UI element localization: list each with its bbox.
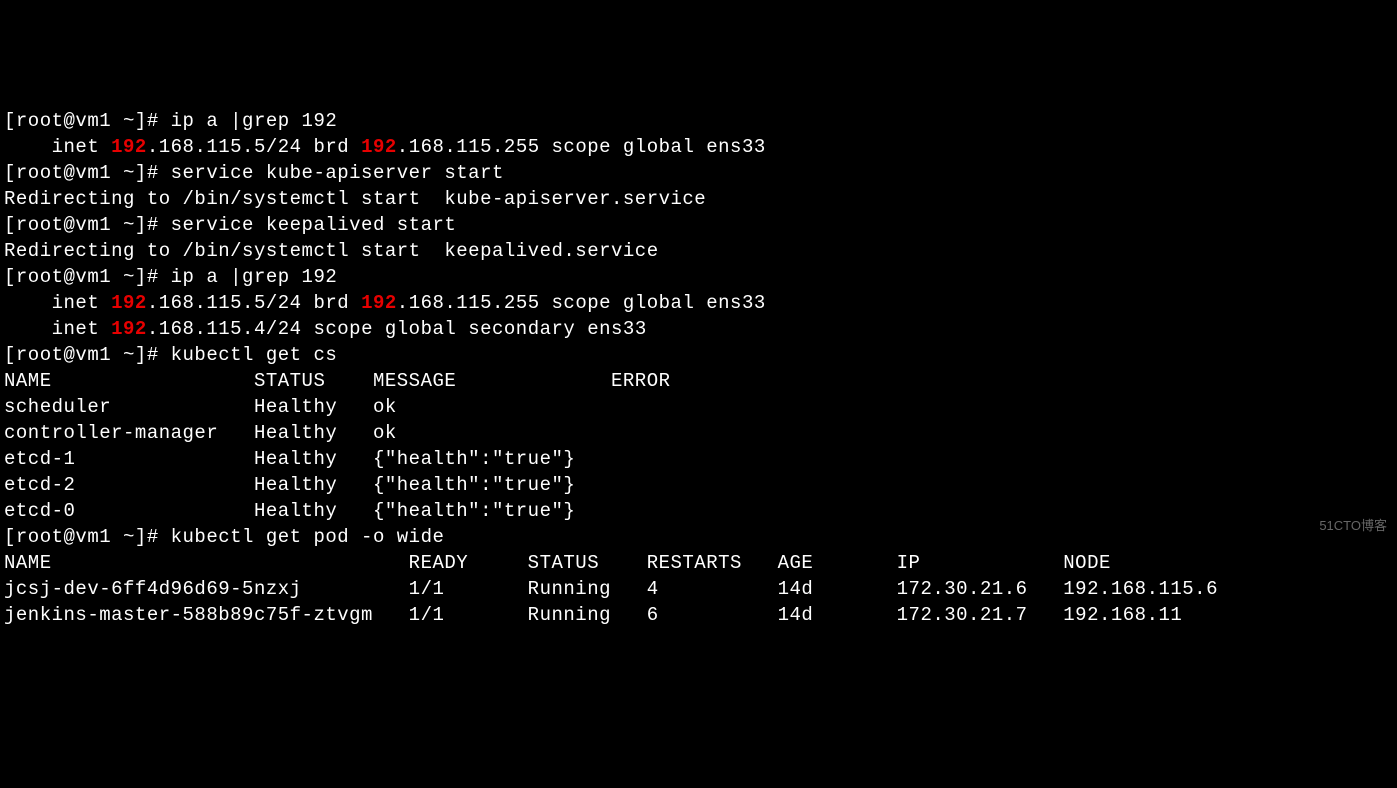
terminal-line: Redirecting to /bin/systemctl start kube… [4, 186, 1393, 212]
terminal-line: controller-manager Healthy ok [4, 420, 1393, 446]
highlight-text: 192 [111, 292, 147, 314]
terminal-line: jenkins-master-588b89c75f-ztvgm 1/1 Runn… [4, 602, 1393, 628]
text: [root@vm1 ~]# kubectl get cs [4, 344, 337, 366]
watermark: 51CTO博客 [1319, 513, 1387, 539]
text: .168.115.5/24 brd [147, 136, 361, 158]
terminal-line: [root@vm1 ~]# kubectl get pod -o wide [4, 524, 1393, 550]
text: NAME STATUS MESSAGE ERROR [4, 370, 671, 392]
text: [root@vm1 ~]# service kube-apiserver sta… [4, 162, 504, 184]
terminal-output[interactable]: [root@vm1 ~]# ip a |grep 192 inet 192.16… [4, 108, 1393, 628]
text: .168.115.255 scope global ens33 [397, 136, 766, 158]
highlight-text: 192 [361, 292, 397, 314]
text: .168.115.4/24 scope global secondary ens… [147, 318, 647, 340]
terminal-line: inet 192.168.115.5/24 brd 192.168.115.25… [4, 290, 1393, 316]
text: [root@vm1 ~]# ip a |grep 192 [4, 266, 337, 288]
text: .168.115.255 scope global ens33 [397, 292, 766, 314]
text: jenkins-master-588b89c75f-ztvgm 1/1 Runn… [4, 604, 1182, 626]
text: [root@vm1 ~]# service keepalived start [4, 214, 456, 236]
text: .168.115.5/24 brd [147, 292, 361, 314]
terminal-line: NAME READY STATUS RESTARTS AGE IP NODE [4, 550, 1393, 576]
text: inet [4, 318, 111, 340]
terminal-line: scheduler Healthy ok [4, 394, 1393, 420]
terminal-line: inet 192.168.115.4/24 scope global secon… [4, 316, 1393, 342]
terminal-line: [root@vm1 ~]# service keepalived start [4, 212, 1393, 238]
text: etcd-0 Healthy {"health":"true"} [4, 500, 575, 522]
terminal-line: NAME STATUS MESSAGE ERROR [4, 368, 1393, 394]
text: scheduler Healthy ok [4, 396, 397, 418]
terminal-line: etcd-0 Healthy {"health":"true"} [4, 498, 1393, 524]
text: [root@vm1 ~]# ip a |grep 192 [4, 110, 337, 132]
text: inet [4, 292, 111, 314]
terminal-line: Redirecting to /bin/systemctl start keep… [4, 238, 1393, 264]
text: Redirecting to /bin/systemctl start kube… [4, 188, 706, 210]
terminal-line: etcd-2 Healthy {"health":"true"} [4, 472, 1393, 498]
highlight-text: 192 [111, 136, 147, 158]
terminal-line: [root@vm1 ~]# service kube-apiserver sta… [4, 160, 1393, 186]
text: NAME READY STATUS RESTARTS AGE IP NODE [4, 552, 1111, 574]
text: Redirecting to /bin/systemctl start keep… [4, 240, 659, 262]
terminal-line: [root@vm1 ~]# ip a |grep 192 [4, 108, 1393, 134]
highlight-text: 192 [111, 318, 147, 340]
terminal-line: [root@vm1 ~]# kubectl get cs [4, 342, 1393, 368]
terminal-line: inet 192.168.115.5/24 brd 192.168.115.25… [4, 134, 1393, 160]
terminal-line: etcd-1 Healthy {"health":"true"} [4, 446, 1393, 472]
highlight-text: 192 [361, 136, 397, 158]
text: inet [4, 136, 111, 158]
terminal-line: [root@vm1 ~]# ip a |grep 192 [4, 264, 1393, 290]
text: etcd-1 Healthy {"health":"true"} [4, 448, 575, 470]
text: jcsj-dev-6ff4d96d69-5nzxj 1/1 Running 4 … [4, 578, 1218, 600]
text: etcd-2 Healthy {"health":"true"} [4, 474, 575, 496]
text: controller-manager Healthy ok [4, 422, 397, 444]
terminal-line: jcsj-dev-6ff4d96d69-5nzxj 1/1 Running 4 … [4, 576, 1393, 602]
